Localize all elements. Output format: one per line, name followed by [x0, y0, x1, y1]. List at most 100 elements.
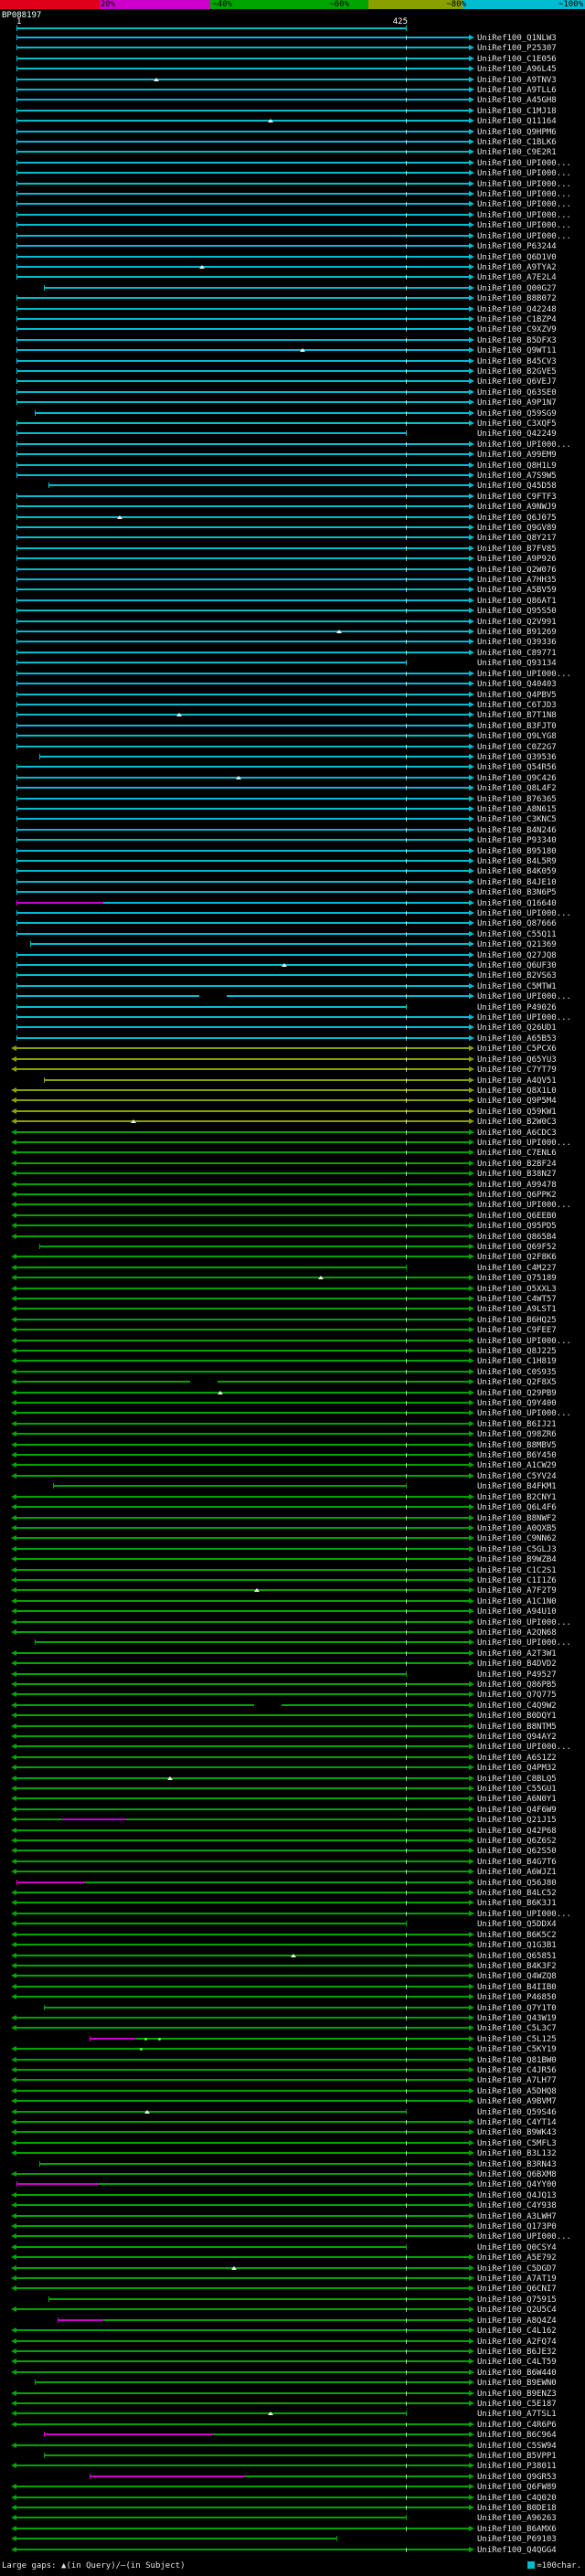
alignment-bar[interactable]: [11, 1565, 474, 1575]
alignment-bar[interactable]: [11, 1408, 474, 1418]
alignment-bar[interactable]: [11, 1544, 474, 1554]
alignment-bar[interactable]: [11, 2420, 474, 2430]
alignment-bar[interactable]: [16, 606, 474, 616]
hit-id-label[interactable]: UniRef100_A9TLL6: [477, 86, 557, 95]
hit-id-label[interactable]: UniRef100_C5L3C7: [477, 2024, 557, 2033]
hit-id-label[interactable]: UniRef100_UPI000...: [477, 221, 571, 230]
alignment-bar[interactable]: [11, 1711, 474, 1721]
alignment-bar[interactable]: [11, 2347, 474, 2357]
hit-id-label[interactable]: UniRef100_C4M227: [477, 1264, 557, 1273]
hit-id-label[interactable]: UniRef100_UPI000...: [477, 1409, 571, 1418]
hit-id-label[interactable]: UniRef100_P25307: [477, 44, 557, 53]
hit-id-label[interactable]: UniRef100_C1I1Z6: [477, 1576, 557, 1585]
alignment-bar[interactable]: [11, 2524, 474, 2534]
alignment-bar[interactable]: [11, 1815, 474, 1825]
hit-id-label[interactable]: UniRef100_A1CW29: [477, 1461, 557, 1470]
hit-id-label[interactable]: UniRef100_Q27JQ8: [477, 951, 557, 960]
alignment-bar[interactable]: [16, 419, 474, 429]
alignment-bar[interactable]: [16, 502, 474, 512]
hit-id-label[interactable]: UniRef100_Q2V991: [477, 618, 557, 627]
alignment-bar[interactable]: [16, 481, 474, 491]
hit-id-label[interactable]: UniRef100_Q173P0: [477, 2222, 557, 2231]
hit-id-label[interactable]: UniRef100_Q95PD5: [477, 1222, 557, 1231]
alignment-bar[interactable]: [16, 116, 474, 126]
hit-id-label[interactable]: UniRef100_Q0CSY4: [477, 2243, 557, 2253]
hit-id-label[interactable]: UniRef100_Q65851: [477, 1952, 557, 1961]
hit-id-label[interactable]: UniRef100_C8BLQ5: [477, 1775, 557, 1784]
alignment-bar[interactable]: [16, 523, 474, 533]
alignment-bar[interactable]: [11, 1867, 474, 1877]
alignment-bar[interactable]: [11, 1659, 474, 1669]
hit-id-label[interactable]: UniRef100_A1C1N0: [477, 1597, 557, 1606]
alignment-bar[interactable]: [16, 669, 474, 679]
alignment-bar[interactable]: [16, 1012, 474, 1023]
alignment-bar[interactable]: [11, 1670, 473, 1680]
alignment-bar[interactable]: [11, 1388, 474, 1398]
hit-id-label[interactable]: UniRef100_C0S935: [477, 1368, 557, 1377]
alignment-bar[interactable]: [16, 731, 474, 741]
hit-id-label[interactable]: UniRef100_UPI000...: [477, 211, 571, 220]
hit-id-label[interactable]: UniRef100_B9ENZ3: [477, 2390, 557, 2399]
hit-id-label[interactable]: UniRef100_Q11164: [477, 117, 557, 126]
hit-id-label[interactable]: UniRef100_C5L125: [477, 2035, 557, 2044]
hit-id-label[interactable]: UniRef100_B4G7T6: [477, 1858, 557, 1867]
hit-id-label[interactable]: UniRef100_A9P1N7: [477, 398, 557, 408]
alignment-bar[interactable]: [16, 54, 474, 64]
hit-id-label[interactable]: UniRef100_Q6EEB0: [477, 1212, 557, 1221]
hit-id-label[interactable]: UniRef100_B9EWN0: [477, 2379, 557, 2388]
hit-id-label[interactable]: UniRef100_B2VS63: [477, 971, 557, 981]
alignment-bar[interactable]: [16, 929, 474, 939]
alignment-bar[interactable]: [16, 75, 474, 85]
alignment-bar[interactable]: [16, 220, 474, 230]
alignment-bar[interactable]: [16, 2316, 474, 2326]
alignment-bar[interactable]: [11, 1513, 474, 1523]
alignment-bar[interactable]: [11, 1794, 474, 1804]
hit-id-label[interactable]: UniRef100_B38N27: [477, 1170, 557, 1179]
hit-id-label[interactable]: UniRef100_Q865B4: [477, 1233, 557, 1242]
alignment-bar[interactable]: [11, 1846, 474, 1856]
hit-id-label[interactable]: UniRef100_C5PCX6: [477, 1044, 557, 1054]
hit-id-label[interactable]: UniRef100_C55Q11: [477, 930, 557, 939]
hit-id-label[interactable]: UniRef100_Q94AY2: [477, 1733, 557, 1742]
alignment-bar[interactable]: [16, 64, 474, 74]
hit-id-label[interactable]: UniRef100_Q8J225: [477, 1347, 557, 1356]
alignment-bar[interactable]: [11, 2513, 473, 2523]
alignment-bar[interactable]: [16, 804, 474, 814]
hit-id-label[interactable]: UniRef100_Q42249: [477, 429, 557, 439]
hit-id-label[interactable]: UniRef100_B6W440: [477, 2369, 557, 2378]
hit-id-label[interactable]: UniRef100_A5E792: [477, 2253, 557, 2263]
hit-id-label[interactable]: UniRef100_C5GLJ3: [477, 1545, 557, 1554]
hit-id-label[interactable]: UniRef100_B76365: [477, 795, 557, 804]
alignment-bar[interactable]: [11, 1107, 474, 1117]
hit-id-label[interactable]: UniRef100_UPI000...: [477, 169, 571, 178]
hit-id-label[interactable]: UniRef100_B8NWF2: [477, 1514, 557, 1523]
hit-id-label[interactable]: UniRef100_P93340: [477, 836, 557, 845]
alignment-bar[interactable]: [16, 2378, 474, 2388]
hit-id-label[interactable]: UniRef100_A7E2L4: [477, 273, 557, 282]
hit-id-label[interactable]: UniRef100_Q8X1L0: [477, 1087, 557, 1096]
alignment-bar[interactable]: [11, 1450, 474, 1460]
hit-id-label[interactable]: UniRef100_A2QN68: [477, 1628, 557, 1638]
hit-id-label[interactable]: UniRef100_Q93134: [477, 659, 557, 668]
alignment-bar[interactable]: [11, 1732, 474, 1742]
alignment-bar[interactable]: [11, 1961, 474, 1971]
hit-id-label[interactable]: UniRef100_Q6Z6S2: [477, 1837, 557, 1846]
alignment-bar[interactable]: [16, 199, 474, 209]
hit-id-label[interactable]: UniRef100_UPI000...: [477, 200, 571, 209]
hit-id-label[interactable]: UniRef100_Q21J15: [477, 1816, 557, 1825]
alignment-bar[interactable]: [16, 33, 474, 43]
alignment-bar[interactable]: [11, 1722, 474, 1732]
hit-id-label[interactable]: UniRef100_C1H819: [477, 1357, 557, 1366]
alignment-bar[interactable]: [11, 1951, 474, 1961]
hit-id-label[interactable]: UniRef100_Q42P68: [477, 1827, 557, 1836]
hit-id-label[interactable]: UniRef100_C5KY19: [477, 2045, 557, 2054]
hit-id-label[interactable]: UniRef100_B4DVD2: [477, 1659, 557, 1669]
hit-id-label[interactable]: UniRef100_Q39336: [477, 638, 557, 647]
hit-id-label[interactable]: UniRef100_Q9GR53: [477, 2473, 557, 2482]
alignment-bar[interactable]: [11, 2023, 474, 2033]
hit-id-label[interactable]: UniRef100_P38011: [477, 2462, 557, 2471]
hit-id-label[interactable]: UniRef100_Q87666: [477, 919, 557, 928]
alignment-bar[interactable]: [16, 898, 474, 908]
hit-id-label[interactable]: UniRef100_B6Y450: [477, 1451, 557, 1460]
hit-id-label[interactable]: UniRef100_B3L132: [477, 2149, 557, 2158]
